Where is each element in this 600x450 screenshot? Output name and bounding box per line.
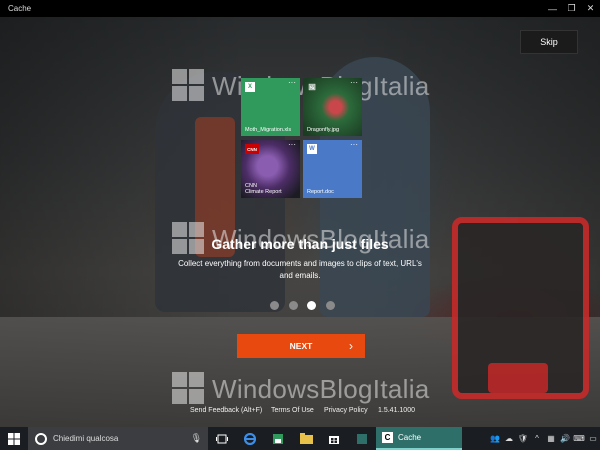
- tile-excel-file: X ··· Moth_Migration.xls: [241, 78, 300, 136]
- pager-dot[interactable]: [325, 301, 335, 310]
- terms-of-use-link[interactable]: Terms Of Use: [271, 407, 314, 414]
- search-placeholder: Chiedimi qualcosa: [53, 434, 119, 443]
- security-icon[interactable]: 🛡: [516, 434, 530, 443]
- privacy-policy-link[interactable]: Privacy Policy: [324, 407, 368, 414]
- start-button[interactable]: [0, 427, 28, 450]
- onedrive-icon[interactable]: ☁: [502, 434, 516, 443]
- version-text: 1.5.41.1000: [378, 407, 415, 414]
- footer-links: Send Feedback (Alt+F) Terms Of Use Priva…: [0, 407, 600, 419]
- language-icon[interactable]: ⌨: [572, 434, 586, 443]
- store-icon[interactable]: [320, 427, 348, 450]
- watermark: WindowsBlogItalia: [172, 372, 430, 406]
- windows-start-icon: [8, 432, 20, 445]
- edge-browser-icon[interactable]: [236, 427, 264, 450]
- taskbar: Chiedimi qualcosa 🎙 C Cache 👥 ☁ 🛡 ^ ▦ 🔊 …: [0, 427, 600, 450]
- pager-dot[interactable]: [270, 301, 279, 310]
- tile-caption: CNN Climate Report: [245, 183, 282, 195]
- tile-image-file: 🖼 ··· Dragonfly.jpg: [303, 78, 362, 136]
- maximize-button[interactable]: ❐: [562, 0, 581, 17]
- watermark-text: WindowsBlogItalia: [212, 373, 430, 404]
- next-button-label: NEXT: [289, 341, 313, 351]
- task-view-icon[interactable]: [208, 427, 236, 450]
- onboarding-stage: WindowsBlogItalia WindowsBlogItalia Wind…: [0, 17, 600, 427]
- tile-caption: Report.doc: [307, 189, 334, 195]
- more-icon: ···: [350, 78, 358, 87]
- chevron-up-icon[interactable]: ^: [530, 434, 544, 443]
- title-bar: Cache — ❐ ✕: [0, 0, 600, 17]
- tile-web-clip: CNN ··· CNN Climate Report: [241, 140, 300, 198]
- network-icon[interactable]: ▦: [544, 434, 558, 443]
- windows-logo-icon: [172, 69, 206, 103]
- app-icon[interactable]: [348, 427, 376, 450]
- tile-word-file: W ··· Report.doc: [303, 140, 362, 198]
- onboarding-heading: Gather more than just files: [211, 236, 389, 252]
- app-icon[interactable]: [264, 427, 292, 450]
- chevron-right-icon: ›: [349, 339, 353, 353]
- people-icon[interactable]: 👥: [488, 434, 502, 443]
- cortana-icon: [35, 432, 47, 445]
- tile-caption: Moth_Migration.xls: [245, 127, 292, 133]
- window-title: Cache: [8, 4, 32, 13]
- pager-dots: [270, 301, 335, 313]
- minimize-button[interactable]: —: [543, 0, 562, 17]
- cache-app-icon: C: [382, 432, 393, 443]
- word-icon: W: [307, 144, 317, 154]
- taskbar-app-label: Cache: [398, 433, 422, 442]
- pager-dot-active[interactable]: [307, 301, 317, 310]
- taskbar-cache-app[interactable]: C Cache: [376, 427, 462, 450]
- more-icon: ···: [350, 140, 358, 149]
- tile-caption: Dragonfly.jpg: [307, 127, 339, 133]
- cortana-search-box[interactable]: Chiedimi qualcosa 🎙: [28, 427, 208, 450]
- system-tray: 👥 ☁ 🛡 ^ ▦ 🔊 ⌨ ▭: [488, 434, 600, 443]
- file-explorer-icon[interactable]: [292, 427, 320, 450]
- send-feedback-link[interactable]: Send Feedback (Alt+F): [190, 407, 262, 414]
- skip-button[interactable]: Skip: [520, 30, 578, 54]
- image-icon: 🖼: [308, 84, 316, 91]
- microphone-icon[interactable]: 🎙: [191, 433, 202, 444]
- excel-icon: X: [245, 82, 255, 92]
- close-button[interactable]: ✕: [581, 0, 600, 17]
- volume-icon[interactable]: 🔊: [558, 434, 572, 443]
- next-button[interactable]: NEXT ›: [237, 334, 365, 358]
- sample-tiles: X ··· Moth_Migration.xls 🖼 ··· Dragonfly…: [241, 78, 362, 198]
- pager-dot[interactable]: [288, 301, 298, 310]
- more-icon: ···: [288, 140, 296, 149]
- onboarding-description: Collect everything from documents and im…: [178, 259, 422, 280]
- more-icon: ···: [288, 78, 296, 87]
- action-center-icon[interactable]: ▭: [586, 434, 600, 443]
- windows-logo-icon: [172, 372, 206, 406]
- cnn-logo-icon: CNN: [245, 144, 259, 154]
